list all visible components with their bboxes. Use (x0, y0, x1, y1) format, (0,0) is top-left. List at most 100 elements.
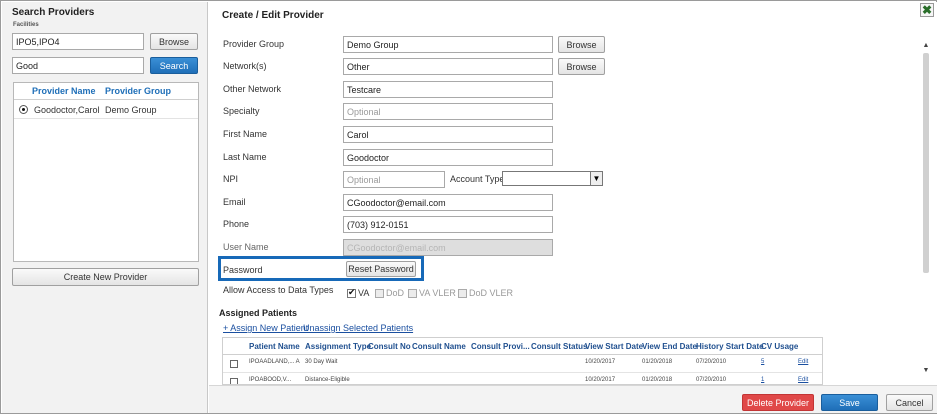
cancel-button[interactable]: Cancel (886, 394, 933, 411)
scrollbar-thumb[interactable] (923, 53, 929, 273)
history-start-date: 07/20/2010 (696, 377, 727, 383)
patient-row-checkbox[interactable] (230, 378, 238, 384)
facilities-label: Facilities (13, 22, 39, 28)
account-type-label: Account Type (450, 174, 505, 184)
other-network-label: Other Network (223, 84, 282, 94)
patient-name: IPOAADLAND,... A (249, 359, 300, 365)
user-name-field: CGoodoctor@email.com (343, 239, 553, 256)
first-name-label: First Name (223, 129, 268, 139)
patient-row[interactable]: IPOABOOD,V... Distance-Eligible 10/20/20… (223, 374, 822, 384)
editor-scrollbar[interactable]: ▲ ▼ (920, 25, 931, 375)
va-label: VA (358, 288, 370, 298)
provider-search-input[interactable]: Good (12, 57, 144, 74)
scroll-up-icon[interactable]: ▲ (921, 40, 931, 50)
patients-table-header: Patient Name Assignment Type Consult No … (223, 338, 822, 355)
npi-label: NPI (223, 174, 239, 184)
scroll-down-icon[interactable]: ▼ (921, 365, 931, 375)
search-button[interactable]: Search (150, 57, 198, 74)
email-field[interactable]: CGoodoctor@email.com (343, 194, 553, 211)
provider-group-browse-button[interactable]: Browse (558, 36, 605, 53)
results-header: Provider Name Provider Group (14, 83, 198, 100)
edit-patient-link[interactable]: Edit (798, 359, 808, 365)
checkbox-dod (375, 288, 384, 298)
password-label: Password (223, 265, 263, 275)
npi-field[interactable]: Optional (343, 171, 445, 188)
dod-vler-label: DoD VLER (469, 288, 514, 298)
phone-label: Phone (223, 219, 250, 229)
col-provider-name[interactable]: Provider Name (32, 86, 96, 96)
col-history-start-date[interactable]: History Start Date (696, 342, 764, 351)
col-view-end-date[interactable]: View End Date (642, 342, 697, 351)
access-va[interactable]: VA (347, 287, 370, 298)
history-start-date: 07/20/2010 (696, 359, 727, 365)
account-type-select[interactable]: ▼ (502, 171, 603, 186)
save-button[interactable]: Save (821, 394, 878, 411)
checkbox-va-vler (408, 288, 417, 298)
col-cv-usage[interactable]: CV Usage (761, 342, 798, 351)
specialty-field[interactable]: Optional (343, 103, 553, 120)
unassign-patients-link[interactable]: Unassign Selected Patients (303, 323, 413, 333)
result-radio[interactable] (19, 105, 28, 114)
checkbox-dod-vler (458, 288, 467, 298)
delete-provider-button[interactable]: Delete Provider (742, 394, 814, 411)
access-dod: DoD (375, 288, 404, 298)
provider-group-label: Provider Group (223, 39, 285, 49)
user-name-label: User Name (223, 242, 269, 252)
data-types-label: Allow Access to Data Types (223, 285, 334, 295)
col-consult-no[interactable]: Consult No (368, 342, 411, 351)
patient-row-checkbox[interactable] (230, 360, 238, 368)
edit-patient-link[interactable]: Edit (798, 377, 808, 383)
view-start-date: 10/20/2017 (585, 377, 616, 383)
close-icon[interactable]: ✖ (920, 3, 934, 17)
networks-browse-button[interactable]: Browse (558, 58, 605, 75)
chevron-down-icon[interactable]: ▼ (590, 172, 602, 185)
va-vler-label: VA VLER (419, 288, 456, 298)
search-providers-panel: Search Providers Facilities IPO5,IPO4 Br… (2, 2, 208, 413)
col-consult-status[interactable]: Consult Status (531, 342, 587, 351)
col-view-start-date[interactable]: View Start Date (585, 342, 643, 351)
provider-group-field[interactable]: Demo Group (343, 36, 553, 53)
col-provider-group[interactable]: Provider Group (105, 86, 171, 96)
patient-row[interactable]: IPOAADLAND,... A 30 Day Wait 10/20/2017 … (223, 356, 822, 373)
provider-results-table: Provider Name Provider Group Goodoctor,C… (13, 82, 199, 262)
editor-footer: Delete Provider Save Cancel (209, 385, 937, 413)
email-label: Email (223, 197, 246, 207)
assignment-type: 30 Day Wait (305, 359, 338, 365)
reset-password-button[interactable]: Reset Password (346, 261, 416, 277)
assign-new-patient-link[interactable]: + Assign New Patient (223, 323, 308, 333)
last-name-label: Last Name (223, 152, 267, 162)
access-dod-vler: DoD VLER (458, 288, 513, 298)
other-network-field[interactable]: Testcare (343, 81, 553, 98)
edit-provider-title: Create / Edit Provider (222, 10, 324, 21)
view-end-date: 01/20/2018 (642, 377, 673, 383)
view-start-date: 10/20/2017 (585, 359, 616, 365)
col-consult-name[interactable]: Consult Name (412, 342, 466, 351)
result-provider-name: Goodoctor,Carol (34, 105, 100, 115)
patient-name: IPOABOOD,V... (249, 377, 292, 383)
edit-provider-panel: Create / Edit Provider ✖ Provider Group … (209, 2, 937, 413)
cv-usage-link[interactable]: 5 (761, 359, 764, 365)
search-providers-title: Search Providers (12, 7, 95, 18)
checkbox-va[interactable] (347, 287, 356, 298)
assigned-patients-table: Patient Name Assignment Type Consult No … (222, 337, 823, 385)
col-consult-provider[interactable]: Consult Provi... (471, 342, 530, 351)
result-provider-group: Demo Group (105, 105, 157, 115)
col-assignment-type[interactable]: Assignment Type (305, 342, 371, 351)
first-name-field[interactable]: Carol (343, 126, 553, 143)
facilities-browse-button[interactable]: Browse (150, 33, 198, 50)
specialty-label: Specialty (223, 106, 260, 116)
access-va-vler: VA VLER (408, 288, 456, 298)
dod-label: DoD (386, 288, 405, 298)
cv-usage-link[interactable]: 1 (761, 377, 764, 383)
result-row[interactable]: Goodoctor,Carol Demo Group (14, 101, 198, 119)
phone-field[interactable]: (703) 912-0151 (343, 216, 553, 233)
networks-label: Network(s) (223, 61, 267, 71)
assigned-patients-title: Assigned Patients (219, 308, 298, 318)
last-name-field[interactable]: Goodoctor (343, 149, 553, 166)
facilities-input[interactable]: IPO5,IPO4 (12, 33, 144, 50)
provider-window: Search Providers Facilities IPO5,IPO4 Br… (0, 0, 937, 414)
view-end-date: 01/20/2018 (642, 359, 673, 365)
col-patient-name[interactable]: Patient Name (249, 342, 300, 351)
create-new-provider-button[interactable]: Create New Provider (12, 268, 199, 286)
networks-field[interactable]: Other (343, 58, 553, 75)
